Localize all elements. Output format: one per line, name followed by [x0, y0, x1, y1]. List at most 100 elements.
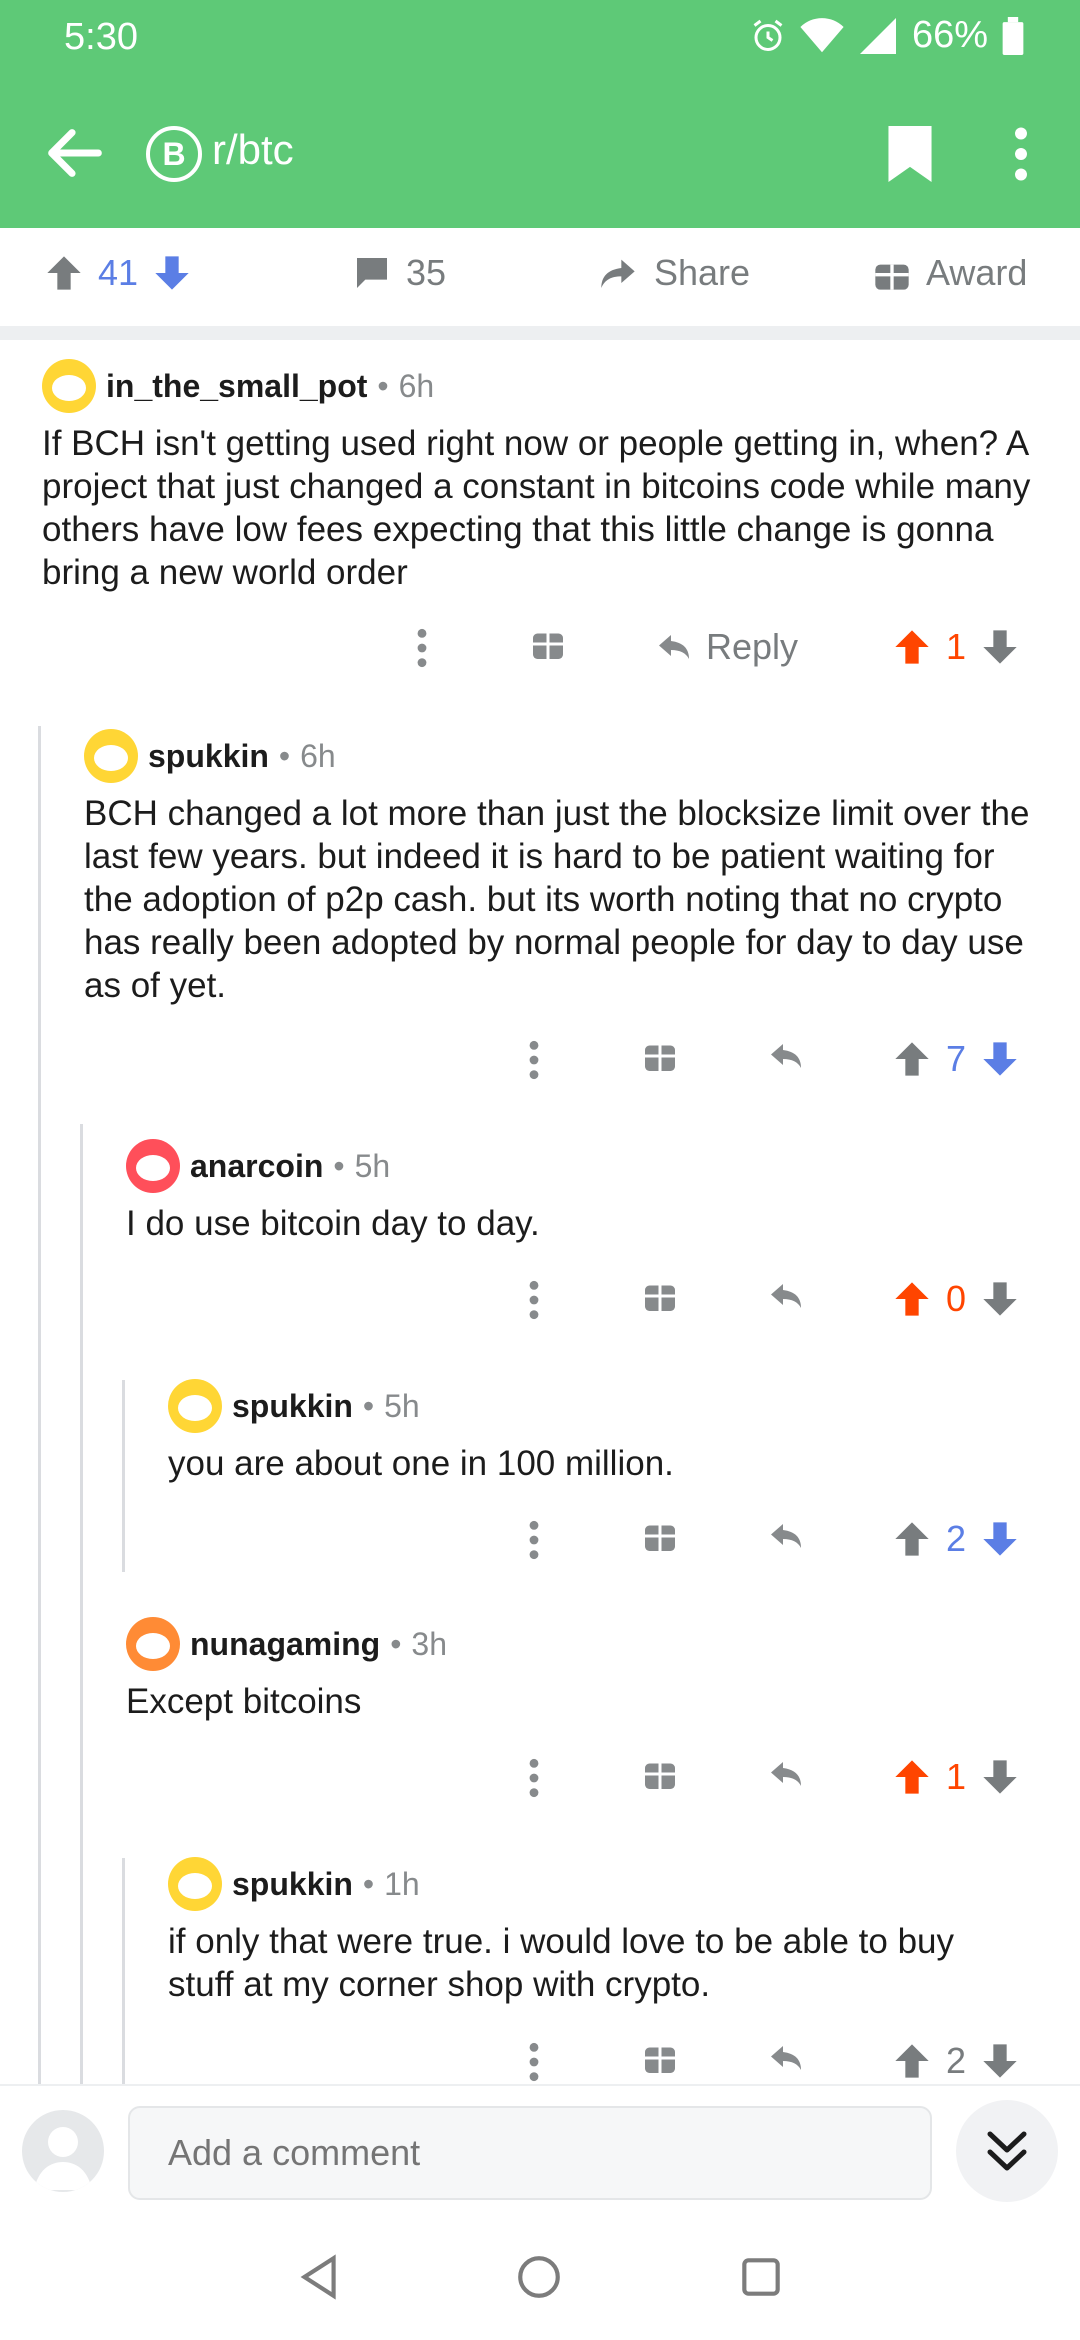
more-options-icon[interactable]: [520, 1278, 548, 1322]
avatar[interactable]: [126, 1139, 180, 1193]
comment-age: 6h: [398, 367, 435, 404]
reply-button[interactable]: Reply: [654, 626, 798, 668]
comment-score: 0: [946, 1278, 967, 1319]
comment-composer: [0, 2084, 1080, 2214]
meta-separator: •: [278, 737, 291, 774]
back-arrow-icon[interactable]: [40, 118, 110, 188]
gift-icon[interactable]: [530, 626, 566, 662]
upvote-icon[interactable]: [892, 1757, 932, 1797]
downvote-icon[interactable]: [980, 1519, 1020, 1559]
collapse-button[interactable]: [956, 2100, 1058, 2202]
avatar[interactable]: [126, 1617, 180, 1671]
wifi-icon: [800, 17, 844, 52]
comment: spukkin • 6h BCH changed a lot more than…: [84, 728, 1044, 1007]
reply-arrow-icon[interactable]: [766, 1278, 806, 1314]
reply-arrow-icon[interactable]: [766, 1518, 806, 1554]
comment: spukkin • 5h you are about one in 100 mi…: [168, 1378, 1028, 1485]
downvote-icon[interactable]: [980, 2041, 1020, 2081]
username[interactable]: spukkin: [148, 738, 269, 775]
battery-percent: 66%: [911, 14, 988, 56]
downvote-icon[interactable]: [152, 253, 192, 293]
comment-age: 1h: [384, 1865, 420, 1902]
subreddit-name[interactable]: r/btc: [212, 126, 294, 174]
gift-icon[interactable]: [642, 1756, 678, 1792]
post-score: 41: [98, 252, 139, 293]
reply-arrow-icon: [659, 635, 689, 659]
app-bar: 5:30 66% B r/btc: [0, 0, 1080, 228]
status-bar: 5:30 66%: [0, 0, 1080, 80]
upvote-icon[interactable]: [892, 1279, 932, 1319]
more-options-icon[interactable]: [520, 1756, 548, 1800]
gift-icon[interactable]: [642, 1518, 678, 1554]
comment-header: in_the_small_pot • 6h: [42, 358, 1052, 414]
more-options-icon[interactable]: [520, 2040, 548, 2084]
upvote-icon[interactable]: [892, 627, 932, 667]
meta-separator: •: [333, 1147, 345, 1184]
share-button[interactable]: Share: [596, 252, 750, 294]
downvote-icon[interactable]: [980, 627, 1020, 667]
alarm-icon: [753, 19, 783, 51]
upvote-icon[interactable]: [892, 2041, 932, 2081]
subreddit-icon[interactable]: B: [146, 126, 202, 182]
chevron-double-down-icon: [987, 2131, 1027, 2171]
comments-count[interactable]: 35: [352, 252, 446, 294]
more-options-icon[interactable]: [1006, 126, 1036, 182]
more-options-icon[interactable]: [408, 626, 436, 670]
avatar[interactable]: [168, 1379, 222, 1433]
comment-header: spukkin • 5h: [168, 1378, 1028, 1434]
comment-actions: 2: [0, 1512, 1080, 1582]
comment-score: 7: [946, 1038, 967, 1079]
cell-signal-icon: [859, 17, 896, 54]
username[interactable]: in_the_small_pot: [106, 368, 367, 405]
comment-body: you are about one in 100 million.: [168, 1444, 674, 1483]
username[interactable]: nunagaming: [190, 1626, 380, 1663]
meta-separator: •: [362, 1865, 375, 1902]
comment-age: 3h: [411, 1625, 448, 1662]
upvote-icon[interactable]: [892, 1519, 932, 1559]
add-comment-input[interactable]: [128, 2106, 932, 2200]
more-options-icon[interactable]: [520, 1518, 548, 1562]
downvote-icon[interactable]: [980, 1757, 1020, 1797]
avatar[interactable]: [42, 359, 96, 413]
username[interactable]: anarcoin: [190, 1148, 323, 1185]
thread-line: [38, 726, 41, 2086]
upvote-icon[interactable]: [892, 1039, 932, 1079]
share-arrow-icon: [601, 259, 635, 288]
gift-icon[interactable]: [642, 2040, 678, 2076]
username[interactable]: spukkin: [232, 1388, 353, 1425]
comment-score: 1: [946, 626, 967, 667]
nav-recents-icon[interactable]: [736, 2252, 786, 2302]
downvote-icon[interactable]: [980, 1279, 1020, 1319]
nav-back-icon[interactable]: [294, 2252, 344, 2302]
status-icons: 66%: [750, 14, 1024, 57]
gift-icon[interactable]: [642, 1038, 678, 1074]
upvote-icon[interactable]: [44, 253, 84, 293]
comment-actions: Reply 1: [0, 620, 1080, 690]
avatar[interactable]: [168, 1857, 222, 1911]
award-button[interactable]: Award: [872, 252, 1027, 294]
reply-arrow-icon[interactable]: [766, 2040, 806, 2076]
comment-age: 5h: [354, 1147, 391, 1184]
status-time: 5:30: [64, 16, 138, 58]
post-action-bar: 41 35 Share Award: [0, 228, 1080, 328]
nav-home-icon[interactable]: [514, 2252, 564, 2302]
reply-arrow-icon[interactable]: [766, 1756, 806, 1792]
comment-bubble-icon: [357, 258, 387, 288]
comment-score: 2: [946, 2040, 967, 2081]
comment-header: spukkin • 6h: [84, 728, 1044, 784]
meta-separator: •: [362, 1387, 375, 1424]
user-avatar-icon[interactable]: [22, 2110, 104, 2192]
reply-arrow-icon[interactable]: [766, 1038, 806, 1074]
gift-icon[interactable]: [642, 1278, 678, 1314]
downvote-icon[interactable]: [980, 1039, 1020, 1079]
more-options-icon[interactable]: [520, 1038, 548, 1082]
comment: spukkin • 1h if only that were true. i w…: [168, 1856, 1028, 2006]
comment-actions: 0: [0, 1272, 1080, 1342]
meta-separator: •: [377, 367, 389, 404]
thread-line: [80, 1124, 83, 2084]
comment-score: 1: [946, 1756, 967, 1797]
username[interactable]: spukkin: [232, 1866, 353, 1903]
avatar[interactable]: [84, 729, 138, 783]
bookmark-icon[interactable]: [888, 126, 932, 182]
comment-header: spukkin • 1h: [168, 1856, 1028, 1912]
